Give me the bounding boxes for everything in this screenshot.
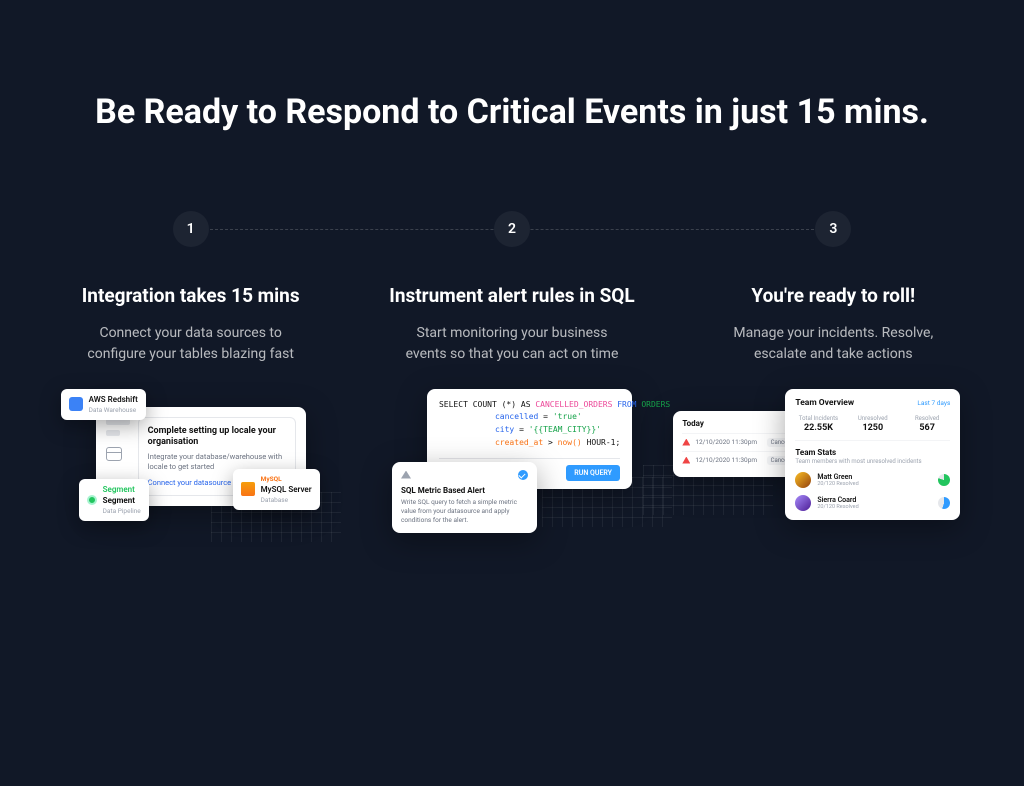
member-sub: 20/120 Resolved <box>817 481 932 487</box>
member-sub: 20/120 Resolved <box>817 504 932 510</box>
team-overview-card: Team Overview Last 7 days Total Incident… <box>785 389 960 520</box>
step-title: Instrument alert rules in SQL <box>389 283 634 309</box>
incident-timestamp: 12/10/2020 11:30pm <box>695 438 761 446</box>
member-name: Matt Green <box>817 473 932 481</box>
incident-row: 12/10/2020 11:30pm Cancell <box>682 451 794 469</box>
team-member-row: Matt Green 20/120 Resolved <box>795 472 950 488</box>
illustration-sql: SELECT COUNT (*) AS CANCELLED_ORDERS FRO… <box>372 397 652 577</box>
overview-title: Team Overview <box>795 398 854 408</box>
incident-row: 12/10/2020 11:30pm Cancell <box>682 433 794 451</box>
chip-title: MySQL Server <box>261 485 312 494</box>
run-query-button[interactable]: RUN QUERY <box>566 465 620 481</box>
overview-stats: Total Incidents 22.55K Unresolved 1250 R… <box>795 415 950 441</box>
progress-donut-icon <box>938 474 950 486</box>
stat-resolved: Resolved 567 <box>904 415 950 433</box>
integration-chip-mysql: MySQL MySQL Server Database <box>233 469 320 510</box>
step-title: Integration takes 15 mins <box>82 283 300 309</box>
chip-title: Segment <box>103 485 141 494</box>
progress-donut-icon <box>938 497 950 509</box>
alert-card: SQL Metric Based Alert Write SQL query t… <box>392 462 537 533</box>
stat-total: Total Incidents 22.55K <box>795 415 841 433</box>
avatar <box>795 472 811 488</box>
illustration-incidents: Today 12/10/2020 11:30pm Cancell 12/10/2… <box>693 397 973 577</box>
steps-row: 1 Integration takes 15 mins Connect your… <box>50 211 974 577</box>
team-member-row: Sierra Coard 20/120 Resolved <box>795 495 950 511</box>
incidents-list-card: Today 12/10/2020 11:30pm Cancell 12/10/2… <box>673 411 803 477</box>
alert-triangle-icon <box>682 439 690 446</box>
setup-card-title: Complete setting up locale your organisa… <box>148 426 286 449</box>
member-name: Sierra Coard <box>817 496 932 504</box>
step-description: Connect your data sources to configure y… <box>76 323 306 365</box>
step-3: 3 You're ready to roll! Manage your inci… <box>693 211 974 577</box>
step-description: Start monitoring your business events so… <box>397 323 627 365</box>
avatar <box>795 495 811 511</box>
chip-brand: MySQL <box>261 475 312 483</box>
team-stats-sub: Team members with most unresolved incide… <box>795 458 950 465</box>
sql-code: SELECT COUNT (*) AS CANCELLED_ORDERS FRO… <box>439 399 620 450</box>
chip-sub: Data Pipeline <box>103 507 141 515</box>
alert-triangle-icon <box>682 457 690 464</box>
incident-timestamp: 12/10/2020 11:30pm <box>695 456 761 464</box>
alert-card-title: SQL Metric Based Alert <box>401 486 528 495</box>
integration-chip-segment: Segment Segment Data Pipeline <box>79 479 149 521</box>
step-title: You're ready to roll! <box>751 283 915 309</box>
integration-chip-aws: AWS Redshift Data Warehouse <box>61 389 146 420</box>
alert-card-sub: Write SQL query to fetch a simple metric… <box>401 498 528 525</box>
time-range-link[interactable]: Last 7 days <box>917 399 950 407</box>
page-headline: Be Ready to Respond to Critical Events i… <box>50 90 974 136</box>
incidents-list-title: Today <box>682 419 794 428</box>
check-circle-icon <box>518 470 528 480</box>
team-stats-title: Team Stats <box>795 448 950 457</box>
step-number: 1 <box>173 211 209 247</box>
aws-icon <box>69 397 83 411</box>
segment-icon <box>87 495 97 505</box>
database-icon <box>106 447 122 461</box>
alert-triangle-icon <box>401 471 411 479</box>
chip-sub: Data Warehouse <box>89 406 138 414</box>
step-description: Manage your incidents. Resolve, escalate… <box>718 323 948 365</box>
mysql-icon <box>241 482 255 496</box>
chip-sub: Database <box>261 496 312 504</box>
chip-title: AWS Redshift <box>89 395 138 404</box>
step-1: 1 Integration takes 15 mins Connect your… <box>50 211 331 577</box>
stat-unresolved: Unresolved 1250 <box>850 415 896 433</box>
step-number: 3 <box>815 211 851 247</box>
step-number: 2 <box>494 211 530 247</box>
illustration-integrations: Complete setting up locale your organisa… <box>51 397 331 577</box>
chip-brand: Segment <box>103 496 141 505</box>
step-2: 2 Instrument alert rules in SQL Start mo… <box>371 211 652 577</box>
